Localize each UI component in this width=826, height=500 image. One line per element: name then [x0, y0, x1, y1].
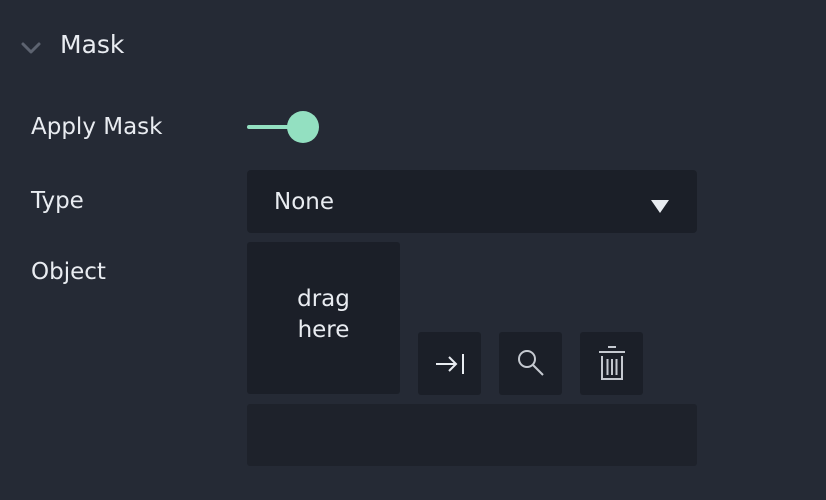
- chevron-down-icon[interactable]: [20, 40, 42, 54]
- object-label: Object: [31, 259, 106, 285]
- type-select[interactable]: None: [247, 170, 697, 233]
- type-selected-value: None: [274, 188, 335, 215]
- select-object-button[interactable]: [418, 332, 481, 395]
- section-title: Mask: [60, 29, 125, 59]
- drop-zone-text: drag here: [297, 286, 350, 343]
- delete-object-button[interactable]: [580, 332, 643, 395]
- type-label: Type: [31, 188, 84, 214]
- trash-icon: [597, 345, 627, 383]
- object-name-field[interactable]: [247, 404, 697, 466]
- select-icon: [432, 350, 468, 378]
- toggle-knob[interactable]: [287, 111, 319, 143]
- apply-mask-toggle[interactable]: [247, 111, 321, 143]
- apply-mask-label: Apply Mask: [31, 114, 163, 140]
- mask-section-header[interactable]: Mask: [20, 26, 124, 62]
- object-drop-zone[interactable]: drag here: [247, 242, 400, 394]
- dropdown-arrow-icon: [651, 194, 669, 213]
- search-icon: [513, 346, 549, 382]
- locate-object-button[interactable]: [499, 332, 562, 395]
